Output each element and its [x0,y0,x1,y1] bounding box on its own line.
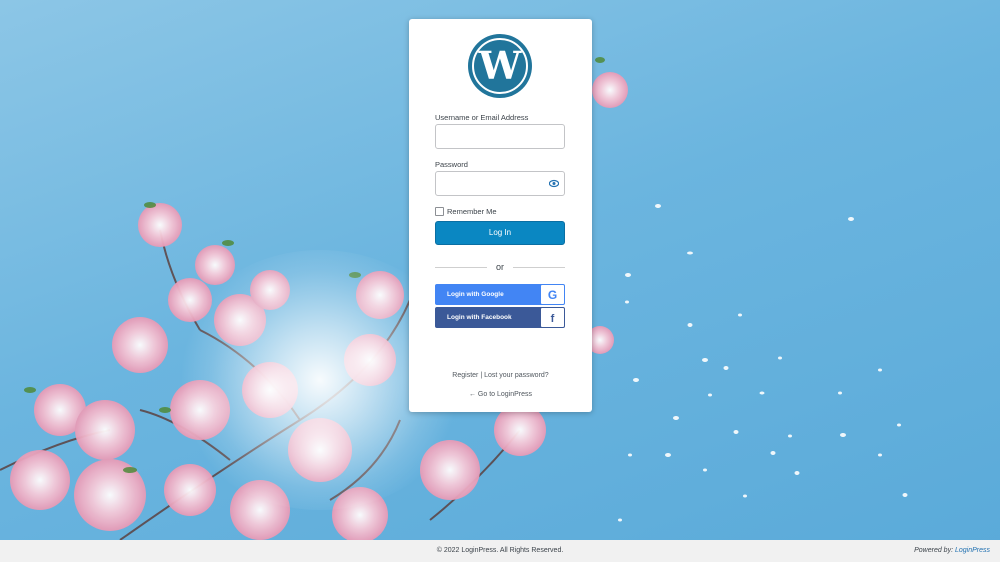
password-label: Password [435,160,468,169]
show-password-icon[interactable] [549,179,559,188]
login-with-facebook-button[interactable]: Login with Facebook f [435,307,565,328]
lost-password-link[interactable]: Lost your password? [484,372,549,379]
log-in-button[interactable]: Log In [435,221,565,245]
powered-by: Powered by: LoginPress [914,547,990,554]
register-link[interactable]: Register [452,372,478,379]
footer: © 2022 LoginPress. All Rights Reserved. … [0,540,1000,562]
username-label: Username or Email Address [435,113,529,122]
svg-text:f: f [551,313,555,325]
register-links-row: Register | Lost your password? [409,372,592,379]
username-input[interactable] [435,124,565,149]
svg-text:G: G [548,288,557,302]
remember-me-checkbox[interactable] [435,207,444,216]
facebook-f-icon: f [541,308,564,327]
back-to-site-link[interactable]: ← Go to LoginPress [409,391,592,398]
google-button-label: Login with Google [447,291,504,298]
powered-by-link[interactable]: LoginPress [955,547,990,554]
google-g-icon: G [541,285,564,304]
login-card: W Username or Email Address Password Rem… [409,19,592,412]
copyright-text: © 2022 LoginPress. All Rights Reserved. [436,547,564,554]
svg-text:W: W [478,43,523,88]
login-with-google-button[interactable]: Login with Google G [435,284,565,305]
powered-by-prefix: Powered by: [914,547,955,554]
or-text: or [495,262,504,272]
wordpress-logo-icon[interactable]: W [467,33,533,99]
facebook-button-label: Login with Facebook [447,314,512,321]
password-input[interactable] [435,171,565,196]
or-divider: or [435,262,565,274]
remember-me-label: Remember Me [447,207,497,216]
